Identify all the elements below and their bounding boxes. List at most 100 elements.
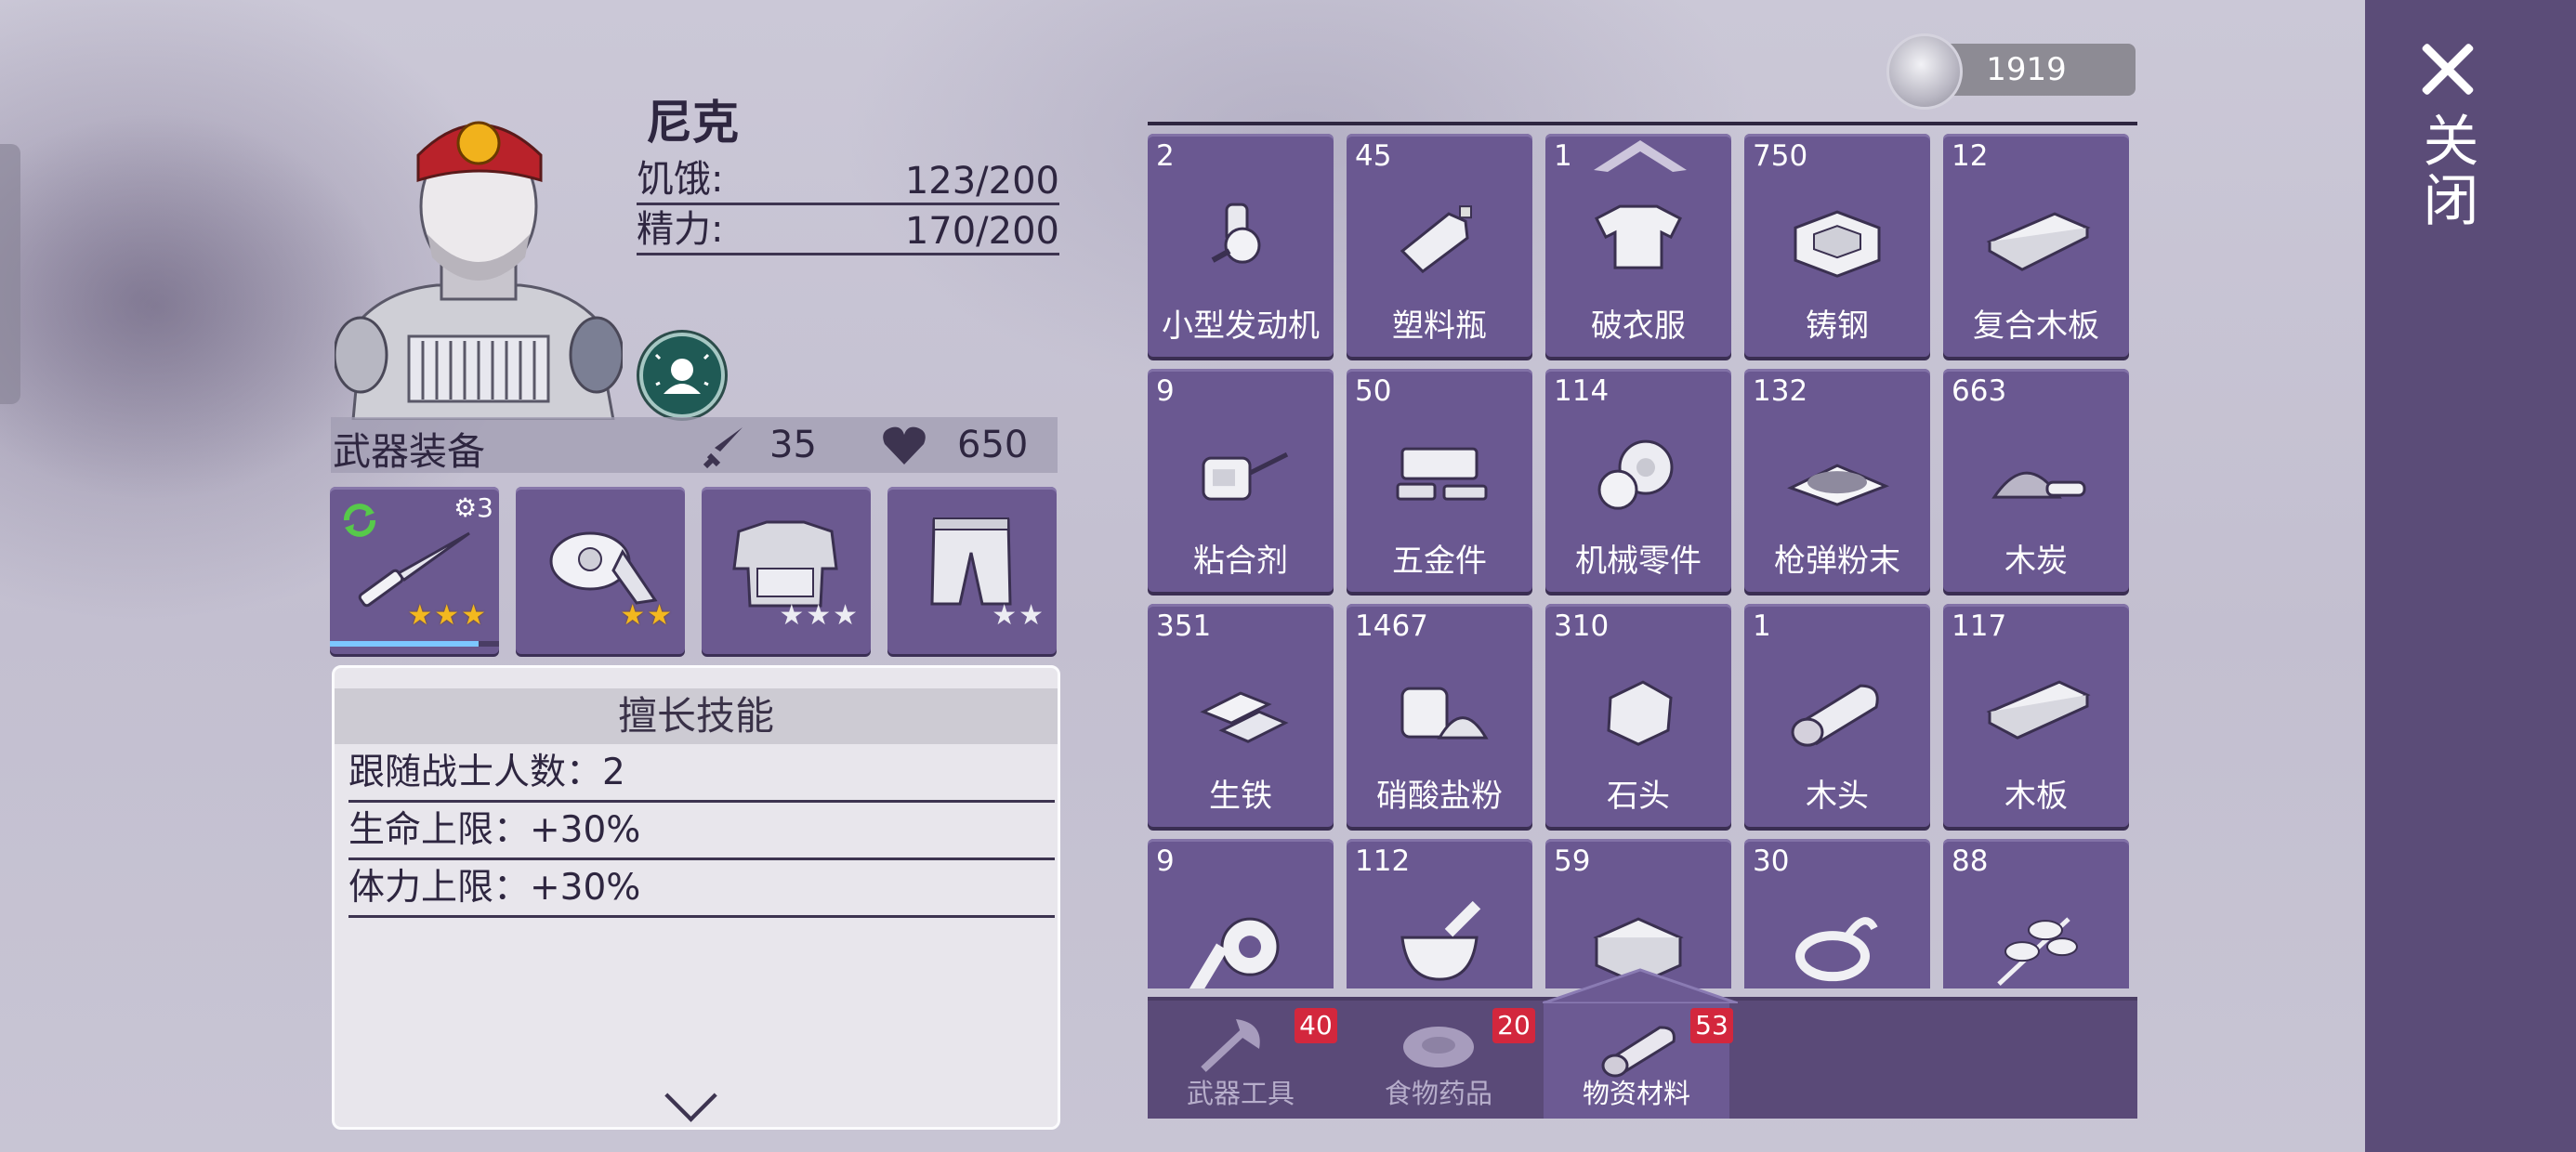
- inventory-item[interactable]: 50 五金件: [1347, 369, 1532, 592]
- skills-panel: 擅长技能 跟随战士人数：2 生命上限：+30% 体力上限：+30%: [332, 665, 1060, 1130]
- item-count: 30: [1753, 844, 1790, 878]
- inventory-item[interactable]: 30: [1744, 839, 1930, 988]
- item-count: 1467: [1355, 609, 1428, 643]
- charcoal-icon: [1980, 421, 2092, 527]
- tab-label: 物资材料: [1582, 1078, 1690, 1109]
- close-icon[interactable]: [2414, 41, 2479, 97]
- tab-badge: 20: [1492, 1008, 1535, 1043]
- gear-parts-icon: [1583, 421, 1694, 527]
- tab-label: 食物药品: [1384, 1078, 1492, 1109]
- coin-value: 1919: [1986, 51, 2067, 88]
- chevron-down-icon[interactable]: [664, 1069, 717, 1122]
- item-name: 木炭: [2004, 543, 2068, 580]
- item-count: 2: [1156, 139, 1175, 173]
- plastic-bottle-icon: [1384, 186, 1495, 292]
- inventory-item[interactable]: 9 粘合剂: [1148, 369, 1334, 592]
- close-label[interactable]: 关闭: [2413, 111, 2478, 230]
- item-count: 132: [1753, 374, 1808, 408]
- inventory-grid: 2 小型发动机 45 塑料瓶 1 破衣服 750 铸钢 12 复合木板 9 粘合剂 50 五金件 114 机械…: [1148, 134, 2137, 988]
- skill-item: 跟随战士人数：2: [348, 746, 1055, 803]
- item-count: 750: [1753, 139, 1808, 173]
- durability-bar: [330, 641, 499, 647]
- energy-value: 170/200: [904, 210, 1059, 253]
- inventory-item[interactable]: 117 木板: [1943, 604, 2129, 827]
- log-icon: [1781, 656, 1893, 762]
- slot-stars: ★★: [992, 599, 1045, 632]
- character-portrait: [335, 121, 623, 420]
- tab-weapons-tools[interactable]: 40 武器工具: [1148, 1001, 1337, 1119]
- inventory-item[interactable]: 663 木炭: [1943, 369, 2129, 592]
- heart-icon: [883, 426, 926, 465]
- item-name: 木头: [1806, 778, 1869, 815]
- left-edge-handle[interactable]: [0, 144, 20, 404]
- inventory-item[interactable]: 750 铸钢: [1744, 134, 1930, 357]
- skills-title: 擅长技能: [335, 688, 1058, 744]
- log-icon: [1601, 1026, 1676, 1078]
- item-count: 12: [1952, 139, 1989, 173]
- gear-level-value: 3: [477, 492, 493, 523]
- equip-slot-body[interactable]: ★★★: [702, 487, 871, 654]
- inventory-item[interactable]: 112: [1347, 839, 1532, 988]
- item-name: 机械零件: [1575, 543, 1702, 580]
- equip-slot-legs[interactable]: ★★: [887, 487, 1057, 654]
- character-name: 尼克: [646, 96, 739, 150]
- item-name: 生铁: [1209, 778, 1272, 815]
- tab-food-medicine[interactable]: 20 食物药品: [1346, 1001, 1535, 1119]
- item-name: 粘合剂: [1193, 543, 1288, 580]
- category-tabs: 40 武器工具 20 食物药品 53 物资材料: [1148, 997, 2137, 1119]
- mortar-icon: [1384, 891, 1495, 988]
- inventory-item[interactable]: 9: [1148, 839, 1334, 988]
- item-name: 硝酸盐粉: [1376, 778, 1503, 815]
- stone-icon: [1583, 656, 1694, 762]
- hardware-icon: [1384, 421, 1495, 527]
- hunger-value: 123/200: [904, 160, 1059, 203]
- tab-label: 武器工具: [1186, 1078, 1295, 1109]
- inventory-item[interactable]: 88: [1943, 839, 2129, 988]
- item-count: 117: [1952, 609, 2007, 643]
- inventory-item[interactable]: 12 复合木板: [1943, 134, 2129, 357]
- inventory-item[interactable]: 114 机械零件: [1545, 369, 1731, 592]
- axe-icon: [1201, 1019, 1260, 1072]
- item-count: 310: [1554, 609, 1610, 643]
- item-count: 45: [1355, 139, 1392, 173]
- inventory-item[interactable]: 310 石头: [1545, 604, 1731, 827]
- inventory-item[interactable]: 1467 硝酸盐粉: [1347, 604, 1532, 827]
- item-name: 铸钢: [1806, 308, 1869, 345]
- item-count: 112: [1355, 844, 1411, 878]
- energy-label: 精力:: [637, 208, 724, 251]
- pants-icon: [930, 517, 1012, 606]
- inventory-item[interactable]: 45 塑料瓶: [1347, 134, 1532, 357]
- item-name: 塑料瓶: [1392, 308, 1487, 345]
- item-name: 木板: [2004, 778, 2068, 815]
- item-count: 663: [1952, 374, 2007, 408]
- gunpowder-icon: [1781, 421, 1893, 527]
- skill-item: 生命上限：+30%: [348, 804, 1055, 860]
- nitrate-powder-icon: [1384, 656, 1495, 762]
- skill-item: 体力上限：+30%: [348, 861, 1055, 918]
- plywood-icon: [1980, 186, 2092, 292]
- energy-row: 精力: 170/200: [637, 204, 1059, 255]
- skill-badge-icon[interactable]: [639, 333, 725, 418]
- slot-stars: ★★★: [779, 599, 860, 632]
- scroll-up-chevron-icon[interactable]: [1589, 133, 1691, 175]
- rope-icon: [1781, 891, 1893, 988]
- item-name: 枪弹粉末: [1774, 543, 1900, 580]
- inventory-divider: [1148, 122, 2137, 125]
- inventory-item[interactable]: 2 小型发动机: [1148, 134, 1334, 357]
- inventory-item[interactable]: 351 生铁: [1148, 604, 1334, 827]
- tab-badge: 53: [1690, 1008, 1733, 1043]
- inventory-item[interactable]: 1 木头: [1744, 604, 1930, 827]
- meat-icon: [1403, 1027, 1474, 1067]
- equip-slot-head[interactable]: ★★: [516, 487, 685, 654]
- active-tab-indicator: [1543, 968, 1738, 1003]
- item-name: 小型发动机: [1162, 308, 1320, 345]
- tab-badge: 40: [1295, 1008, 1337, 1043]
- item-name: 复合木板: [1973, 308, 2099, 345]
- tab-materials[interactable]: 53 物资材料: [1544, 1001, 1733, 1119]
- item-count: 59: [1554, 844, 1591, 878]
- item-name: 石头: [1607, 778, 1670, 815]
- equip-slot-weapon[interactable]: ⚙3 ★★★: [330, 487, 499, 654]
- bandana-icon: [549, 531, 658, 605]
- gear-level: ⚙3: [453, 492, 493, 523]
- inventory-item[interactable]: 132 枪弹粉末: [1744, 369, 1930, 592]
